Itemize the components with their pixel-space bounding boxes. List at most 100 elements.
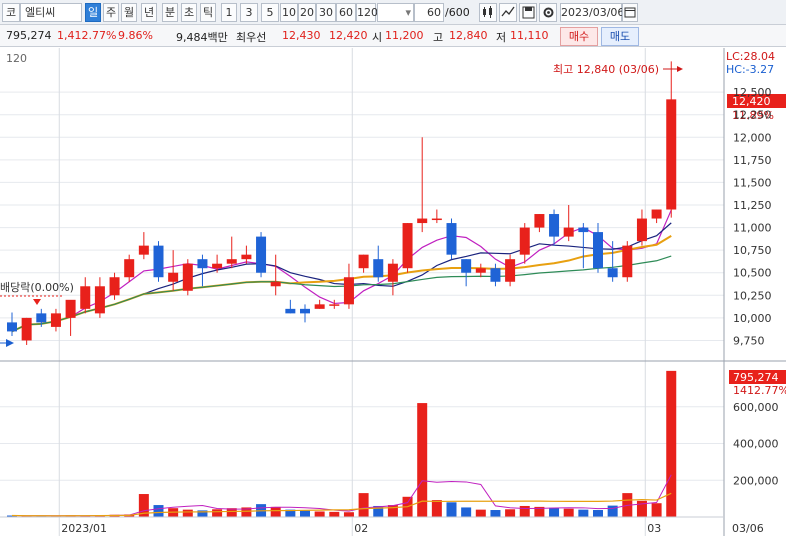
candle [622, 245, 633, 278]
candle [285, 308, 296, 314]
chevron-down-icon: ▾ [405, 6, 411, 19]
volume-percent: 1,412.77% [57, 29, 117, 42]
volume-bar [212, 509, 223, 517]
candle [578, 227, 589, 233]
candle [651, 209, 662, 219]
candle [417, 218, 428, 224]
candlestick-chart[interactable]: 120 LC:28.04 HC:-3.27 최고 12,840 (03/06) … [0, 48, 786, 536]
candle [549, 214, 560, 237]
price-tick-label: 11,500 [733, 176, 772, 189]
candle-type-icon[interactable] [479, 3, 497, 22]
volume-bar [314, 511, 325, 517]
period-second-button[interactable]: 초 [181, 3, 197, 22]
gear-icon[interactable] [539, 3, 557, 22]
candle [65, 299, 76, 318]
candle [270, 281, 281, 287]
high-value: 12,840 [449, 29, 488, 42]
volume-bar [343, 512, 354, 517]
period-day-button[interactable]: 일 [85, 3, 101, 22]
open-value: 11,200 [385, 29, 424, 42]
ex-dividend-label: 배당락(0.00%) [0, 281, 74, 294]
candle [387, 263, 398, 282]
price-tick-label: 11,000 [733, 222, 772, 235]
high-annotation: 최고 12,840 (03/06) [553, 63, 659, 76]
candle [80, 286, 91, 309]
date-input[interactable]: 2023/03/06 [560, 3, 624, 22]
candle [343, 277, 354, 305]
candle [226, 259, 237, 264]
candle [256, 236, 267, 273]
open-label: 시 [372, 31, 383, 44]
date-tick-label: 02 [354, 522, 368, 535]
price-tick-label: 12,250 [733, 109, 772, 122]
volume-tick-label: 200,000 [733, 474, 779, 487]
candle [109, 277, 120, 296]
market-code-button[interactable]: 코 [2, 3, 20, 22]
quote-info-bar: 795,274 1,412.77% 9.86% 9,484백만 최우선 12,4… [0, 25, 786, 47]
indicator-icon[interactable] [499, 3, 517, 22]
candle [124, 259, 135, 278]
save-icon[interactable] [519, 3, 537, 22]
candle [300, 308, 310, 314]
interval-10-button[interactable]: 10 [280, 3, 298, 22]
interval-1-button[interactable]: 1 [221, 3, 237, 22]
volume-bar [578, 509, 589, 517]
high-label: 고 [433, 31, 444, 44]
interval-30-button[interactable]: 30 [316, 3, 336, 22]
candle [314, 304, 325, 309]
price-tick-label: 10,750 [733, 244, 772, 257]
price-tick-label: 12,500 [733, 86, 772, 99]
candle [21, 317, 32, 341]
candle [182, 263, 193, 291]
candle [358, 254, 369, 269]
volume-tag-value: 795,274 [733, 371, 779, 384]
volume-bar [153, 505, 164, 517]
sell-button[interactable]: 매도 [601, 27, 639, 46]
chart-toolbar: 코 엘티씨 일 주 월 년 분 초 틱 1 3 5 10 20 30 60 12… [0, 0, 786, 25]
volume-bar [417, 403, 428, 517]
interval-3-button[interactable]: 3 [240, 3, 258, 22]
interval-60-button[interactable]: 60 [336, 3, 356, 22]
volume-bar [270, 506, 281, 517]
price-tick-label: 10,250 [733, 289, 772, 302]
period-week-button[interactable]: 주 [103, 3, 119, 22]
volume-value: 795,274 [6, 29, 52, 42]
candle [241, 254, 252, 260]
volume-bar [519, 505, 530, 517]
price-tick-label: 9,750 [733, 334, 765, 347]
low-label: 저 [496, 31, 507, 44]
candle [402, 223, 413, 269]
candle [153, 245, 164, 278]
interval-5-button[interactable]: 5 [261, 3, 279, 22]
candle [593, 232, 603, 269]
change-percent: 9.86% [118, 29, 153, 42]
period-minute-button[interactable]: 분 [162, 3, 178, 22]
period-year-button[interactable]: 년 [141, 3, 157, 22]
stock-name-field[interactable]: 엘티씨 [20, 3, 82, 22]
custom-interval-select[interactable]: ▾ [377, 3, 414, 22]
date-tick-label: 03 [647, 522, 661, 535]
candle [505, 259, 516, 282]
interval-20-button[interactable]: 20 [298, 3, 316, 22]
calendar-icon[interactable] [622, 3, 638, 22]
candle [607, 268, 618, 278]
hc-label: HC:-3.27 [726, 63, 774, 76]
count-input[interactable]: 60 [414, 3, 444, 22]
period-tick-button[interactable]: 틱 [200, 3, 216, 22]
price-tick-label: 11,250 [733, 199, 772, 212]
candle [563, 227, 574, 237]
buy-button[interactable]: 매수 [560, 27, 598, 46]
volume-bar [431, 500, 442, 517]
interval-120-button[interactable]: 120 [356, 3, 378, 22]
best-quote-label: 최우선 [236, 31, 267, 44]
candle [329, 304, 340, 306]
best-ask-value: 12,430 [282, 29, 321, 42]
volume-tick-label: 400,000 [733, 438, 779, 451]
candle [519, 227, 530, 255]
volume-bar [358, 493, 369, 517]
candle [431, 218, 442, 221]
price-tick-label: 12,000 [733, 131, 772, 144]
volume-bar [651, 503, 662, 517]
volume-bar [593, 510, 603, 517]
period-month-button[interactable]: 월 [121, 3, 137, 22]
